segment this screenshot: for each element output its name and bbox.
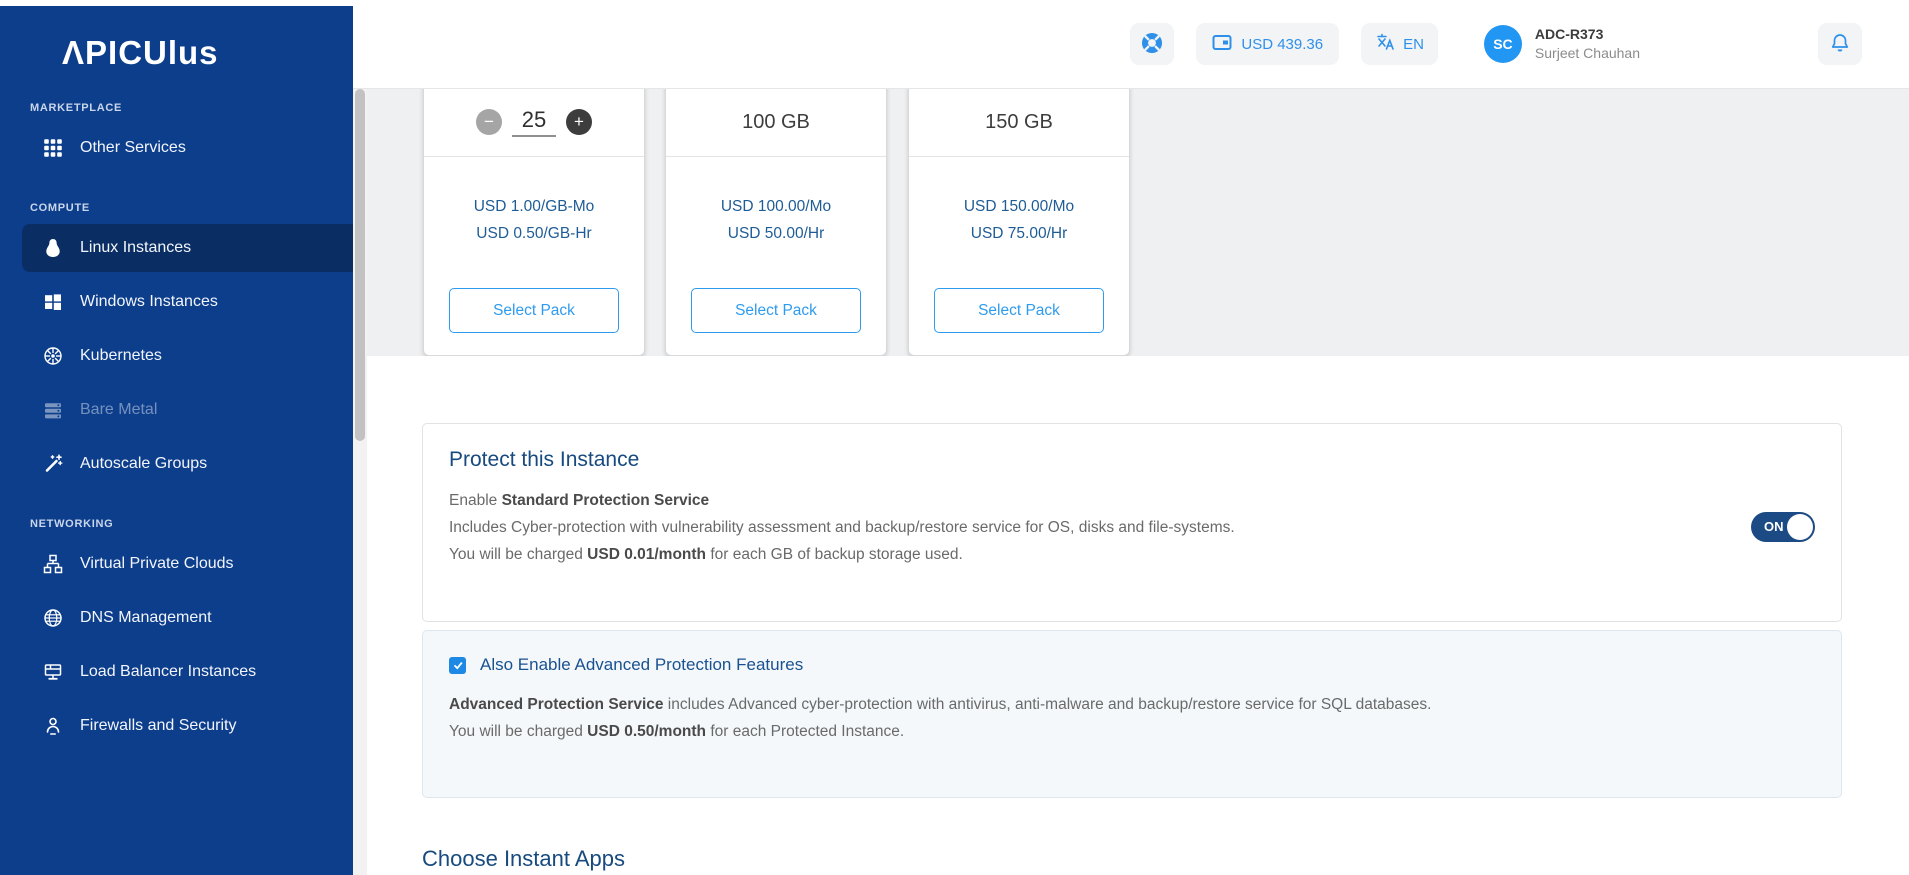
section-label-networking: NETWORKING xyxy=(30,518,353,530)
magic-wand-icon xyxy=(42,453,64,475)
decrement-button[interactable]: − xyxy=(476,109,502,135)
server-stack-icon xyxy=(42,399,64,421)
standard-protection-charge-line: You will be charged USD 0.01/month for e… xyxy=(449,546,1815,564)
sidebar-item-windows-instances[interactable]: Windows Instances xyxy=(0,278,353,326)
avatar: SC xyxy=(1484,25,1522,63)
apiculus-logo[interactable]: ΛPICUlus xyxy=(62,34,353,72)
sidebar-item-label: Windows Instances xyxy=(80,293,218,311)
sidebar-item-label: Firewalls and Security xyxy=(80,717,237,735)
advanced-protection-charge-line: You will be charged USD 0.50/month for e… xyxy=(449,723,1815,741)
sidebar-item-autoscale-groups[interactable]: Autoscale Groups xyxy=(0,440,353,488)
sidebar-item-label: Linux Instances xyxy=(80,239,191,257)
standard-protection-toggle[interactable]: ON xyxy=(1751,512,1815,542)
top-header: USD 439.36 EN SC ADC-R373 Surjeet Chauha… xyxy=(353,0,1909,89)
pack-card-body: USD 150.00/Mo USD 75.00/Hr Select Pack xyxy=(909,157,1129,355)
section-label-compute: COMPUTE xyxy=(30,202,353,214)
wallet-icon xyxy=(1212,32,1232,56)
pack-card-header: 100 GB xyxy=(666,89,886,157)
enable-standard-protection-line: Enable Standard Protection Service xyxy=(449,492,1815,510)
user-account-menu[interactable]: SC ADC-R373 Surjeet Chauhan xyxy=(1484,25,1640,63)
protect-instance-panel: Protect this Instance Enable Standard Pr… xyxy=(422,423,1842,622)
pack-card-100gb: 100 GB USD 100.00/Mo USD 50.00/Hr Select… xyxy=(665,89,887,356)
load-balancer-icon xyxy=(42,661,64,683)
sidebar-item-linux-instances[interactable]: Linux Instances xyxy=(22,224,353,272)
select-pack-button[interactable]: Select Pack xyxy=(934,288,1104,333)
sidebar-item-label: Virtual Private Clouds xyxy=(80,555,234,573)
pack-size: 150 GB xyxy=(985,111,1053,134)
sidebar-item-label: Other Services xyxy=(80,139,186,157)
wallet-balance: USD 439.36 xyxy=(1241,36,1323,53)
notifications-button[interactable] xyxy=(1818,23,1862,65)
check-icon xyxy=(452,659,464,671)
price-hourly: USD 50.00/Hr xyxy=(728,220,824,247)
sidebar: ΛPICUlus MARKETPLACE Other Services COMP… xyxy=(0,6,353,875)
sidebar-item-firewalls-and-security[interactable]: Firewalls and Security xyxy=(0,702,353,750)
pack-card-body: USD 100.00/Mo USD 50.00/Hr Select Pack xyxy=(666,157,886,355)
select-pack-button[interactable]: Select Pack xyxy=(449,288,619,333)
advanced-protection-checkbox-row[interactable]: Also Enable Advanced Protection Features xyxy=(449,655,1815,675)
advanced-protection-checkbox[interactable] xyxy=(449,657,466,674)
section-label-marketplace: MARKETPLACE xyxy=(30,102,353,114)
choose-instant-apps-heading: Choose Instant Apps xyxy=(422,846,625,872)
data-disk-packs-row: − + USD 1.00/GB-Mo USD 0.50/GB-Hr Select… xyxy=(367,89,1909,356)
language-selector[interactable]: EN xyxy=(1361,23,1438,65)
bell-icon xyxy=(1829,32,1851,57)
sidebar-item-other-services[interactable]: Other Services xyxy=(0,124,353,172)
lifebuoy-icon xyxy=(1140,31,1164,58)
content-scrollbar xyxy=(353,89,367,875)
sidebar-item-label: DNS Management xyxy=(80,609,212,627)
network-tree-icon xyxy=(42,553,64,575)
windows-icon xyxy=(42,291,64,313)
kubernetes-icon xyxy=(42,345,64,367)
linux-icon xyxy=(42,237,64,259)
select-pack-button[interactable]: Select Pack xyxy=(691,288,861,333)
increment-button[interactable]: + xyxy=(566,109,592,135)
pack-size: 100 GB xyxy=(742,111,810,134)
translate-icon xyxy=(1375,32,1395,56)
sidebar-item-load-balancer-instances[interactable]: Load Balancer Instances xyxy=(0,648,353,696)
user-name: Surjeet Chauhan xyxy=(1535,44,1640,63)
sidebar-item-label: Bare Metal xyxy=(80,401,157,419)
help-button[interactable] xyxy=(1130,23,1174,65)
protect-panel-title: Protect this Instance xyxy=(449,448,1815,472)
wallet-balance-button[interactable]: USD 439.36 xyxy=(1196,23,1339,65)
advanced-protection-label: Also Enable Advanced Protection Features xyxy=(480,655,803,675)
account-id: ADC-R373 xyxy=(1535,25,1640,44)
sidebar-item-kubernetes[interactable]: Kubernetes xyxy=(0,332,353,380)
sidebar-item-label: Autoscale Groups xyxy=(80,455,207,473)
price-monthly: USD 100.00/Mo xyxy=(721,193,831,220)
grid-icon xyxy=(42,137,64,159)
globe-icon xyxy=(42,607,64,629)
toggle-knob xyxy=(1787,514,1813,540)
pack-card-body: USD 1.00/GB-Mo USD 0.50/GB-Hr Select Pac… xyxy=(424,157,644,355)
pack-card-custom: − + USD 1.00/GB-Mo USD 0.50/GB-Hr Select… xyxy=(423,89,645,356)
pack-card-header: 150 GB xyxy=(909,89,1129,157)
price-hourly: USD 0.50/GB-Hr xyxy=(476,220,591,247)
scrollbar-thumb[interactable] xyxy=(355,89,365,441)
sidebar-item-dns-management[interactable]: DNS Management xyxy=(0,594,353,642)
advanced-protection-panel: Also Enable Advanced Protection Features… xyxy=(422,630,1842,798)
sidebar-item-bare-metal: Bare Metal xyxy=(0,386,353,434)
security-guard-icon xyxy=(42,715,64,737)
pack-card-150gb: 150 GB USD 150.00/Mo USD 75.00/Hr Select… xyxy=(908,89,1130,356)
standard-protection-description: Includes Cyber-protection with vulnerabi… xyxy=(449,519,1815,537)
advanced-protection-description: Advanced Protection Service includes Adv… xyxy=(449,696,1815,714)
pack-card-header: − + xyxy=(424,89,644,157)
price-monthly: USD 150.00/Mo xyxy=(964,193,1074,220)
sidebar-item-label: Load Balancer Instances xyxy=(80,663,256,681)
language-code: EN xyxy=(1403,36,1424,53)
custom-size-input[interactable] xyxy=(512,107,556,137)
sidebar-item-virtual-private-clouds[interactable]: Virtual Private Clouds xyxy=(0,540,353,588)
price-monthly: USD 1.00/GB-Mo xyxy=(474,193,595,220)
sidebar-item-label: Kubernetes xyxy=(80,347,162,365)
main-content: − + USD 1.00/GB-Mo USD 0.50/GB-Hr Select… xyxy=(353,89,1909,875)
price-hourly: USD 75.00/Hr xyxy=(971,220,1067,247)
toggle-on-label: ON xyxy=(1764,519,1784,534)
